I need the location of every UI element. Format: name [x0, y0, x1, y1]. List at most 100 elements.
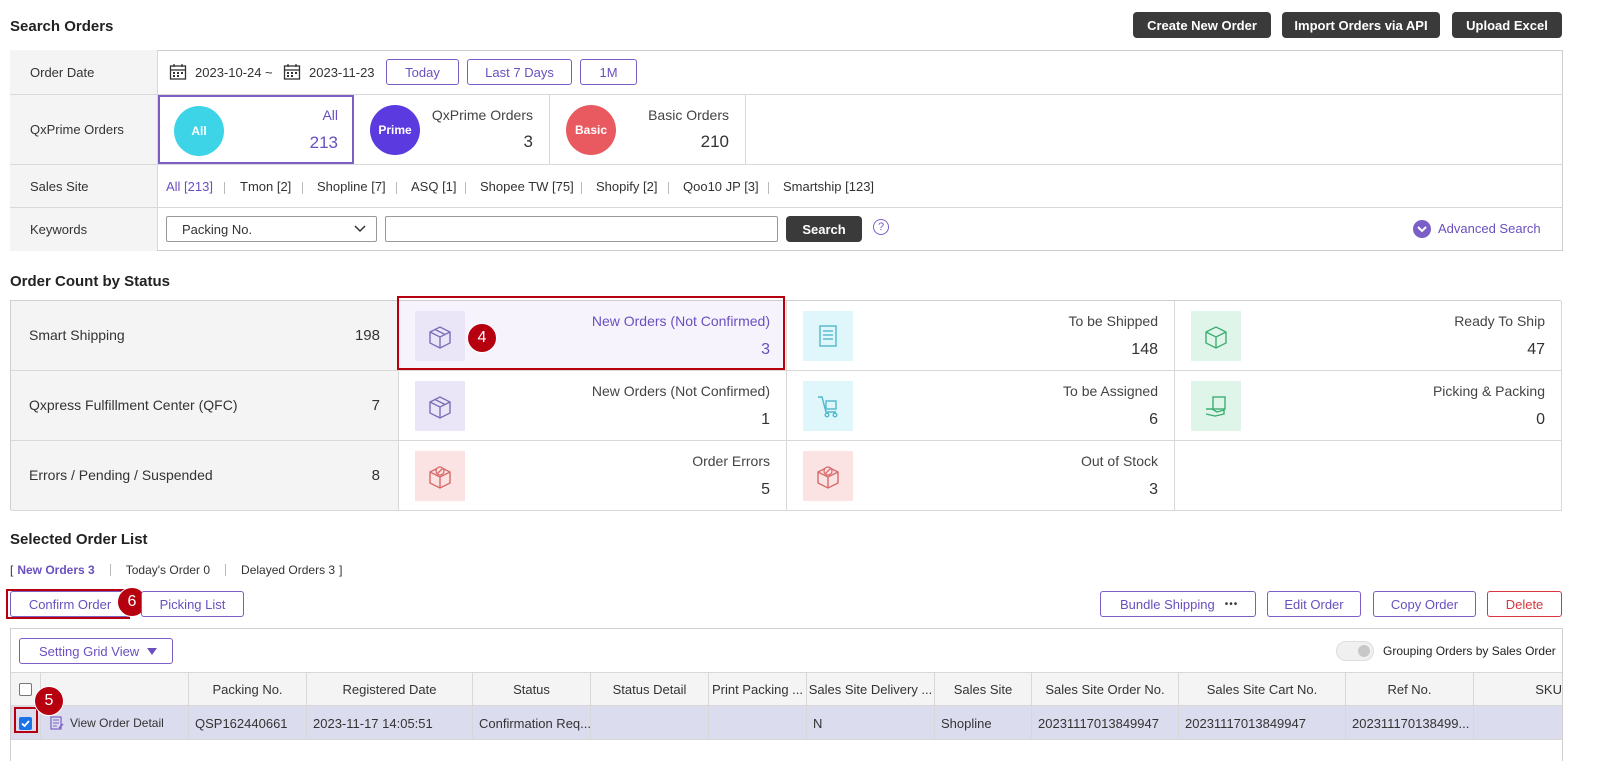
advanced-search-link[interactable]: Advanced Search — [1438, 221, 1541, 236]
site-filter-shopline[interactable]: Shopline [7] — [317, 165, 386, 207]
calendar-icon[interactable] — [169, 63, 187, 81]
cell-sku — [1474, 706, 1562, 740]
col-ref-no[interactable]: Ref No. — [1346, 673, 1474, 706]
order-date-label: Order Date — [10, 50, 158, 94]
order-filter-bar: [ New Orders 3 Today's Order 0 Delayed O… — [10, 562, 342, 578]
site-filter-asq[interactable]: ASQ [1] — [411, 165, 457, 207]
table-row[interactable]: View Order Detail QSP162440661 2023-11-1… — [11, 706, 1562, 740]
site-filter-shopee-tw[interactable]: Shopee TW [75] — [480, 165, 574, 207]
cell-status: Confirmation Req... — [473, 706, 591, 740]
qxprime-row: QxPrime Orders All All 213 Prime QxPrime… — [10, 95, 1563, 165]
upload-excel-button[interactable]: Upload Excel — [1452, 12, 1562, 38]
picking-list-button[interactable]: Picking List — [141, 591, 244, 617]
chevron-circle-icon[interactable] — [1413, 220, 1431, 238]
cart-icon — [803, 381, 853, 431]
copy-order-button[interactable]: Copy Order — [1373, 591, 1476, 617]
filter-todays-order[interactable]: Today's Order 0 — [126, 563, 210, 577]
status-count: 5 — [761, 481, 770, 498]
prime-tab-title: Basic Orders — [648, 107, 729, 123]
today-button[interactable]: Today — [386, 59, 459, 85]
status-to-be-assigned[interactable]: To be Assigned 6 — [787, 371, 1175, 441]
group-count: 8 — [371, 467, 380, 484]
filter-delayed-orders[interactable]: Delayed Orders 3 — [241, 563, 335, 577]
keyword-input[interactable] — [385, 216, 778, 242]
col-delivery[interactable]: Sales Site Delivery ... — [807, 673, 935, 706]
status-count: 6 — [1149, 411, 1158, 428]
select-all-checkbox[interactable] — [19, 683, 32, 696]
triangle-down-icon — [147, 647, 158, 655]
last-7-days-button[interactable]: Last 7 Days — [467, 59, 572, 85]
cell-cart-no: 20231117013849947 — [1179, 706, 1346, 740]
keyword-type-select[interactable]: Packing No. — [166, 216, 377, 242]
status-group-qfc[interactable]: Qxpress Fulfillment Center (QFC) 7 — [11, 371, 399, 441]
keywords-row: Keywords Packing No. Search ? Advanced S… — [10, 208, 1563, 251]
status-group-errors[interactable]: Errors / Pending / Suspended 8 — [11, 441, 399, 511]
date-from[interactable]: 2023-10-24 — [195, 65, 262, 80]
order-date-row: Order Date 2023-10-24 ~ 2023-11-23 Today… — [10, 50, 1563, 95]
cell-status-detail — [591, 706, 709, 740]
col-sku[interactable]: SKU — [1474, 673, 1562, 706]
basic-circle: Basic — [566, 105, 616, 155]
grouping-toggle[interactable] — [1336, 641, 1374, 661]
col-registered-date[interactable]: Registered Date — [307, 673, 473, 706]
status-picking-packing[interactable]: Picking & Packing 0 — [1175, 371, 1562, 441]
status-label: Out of Stock — [1080, 453, 1158, 469]
edit-order-button[interactable]: Edit Order — [1267, 591, 1361, 617]
sales-site-row: Sales Site All [213] Tmon [2] Shopline [… — [10, 165, 1563, 208]
status-group-smart-shipping[interactable]: Smart Shipping 198 — [11, 301, 399, 371]
grouping-label: Grouping Orders by Sales Order — [1383, 644, 1556, 658]
prime-tab-qxprime[interactable]: Prime QxPrime Orders 3 — [354, 95, 550, 164]
delete-button[interactable]: Delete — [1487, 591, 1562, 617]
site-filter-smartship[interactable]: Smartship [123] — [783, 165, 874, 207]
setting-grid-view-button[interactable]: Setting Grid View — [19, 638, 173, 664]
filter-new-orders[interactable]: New Orders 3 — [17, 563, 94, 577]
status-count: 1 — [761, 411, 770, 428]
highlight-frame — [397, 296, 785, 370]
setting-grid-view-label: Setting Grid View — [39, 643, 140, 659]
status-to-be-shipped[interactable]: To be Shipped 148 — [787, 301, 1175, 371]
col-print-packing[interactable]: Print Packing ... — [709, 673, 807, 706]
date-separator: ~ — [265, 65, 273, 80]
bundle-shipping-button[interactable]: Bundle Shipping ••• — [1100, 591, 1256, 617]
import-orders-api-button[interactable]: Import Orders via API — [1282, 12, 1440, 38]
more-icon: ••• — [1224, 598, 1239, 610]
site-filter-shopify[interactable]: Shopify [2] — [596, 165, 657, 207]
prime-tab-title: QxPrime Orders — [431, 107, 533, 123]
grid-panel: Setting Grid View Grouping Orders by Sal… — [10, 628, 1563, 761]
site-filter-qoo10-jp[interactable]: Qoo10 JP [3] — [683, 165, 759, 207]
col-packing-no[interactable]: Packing No. — [189, 673, 307, 706]
col-order-no[interactable]: Sales Site Order No. — [1032, 673, 1179, 706]
cell-print-packing — [709, 706, 807, 740]
prime-circle: Prime — [370, 105, 420, 155]
col-status-detail[interactable]: Status Detail — [591, 673, 709, 706]
site-filter-tmon[interactable]: Tmon [2] — [240, 165, 291, 207]
status-label: To be Shipped — [1068, 313, 1158, 329]
create-new-order-button[interactable]: Create New Order — [1133, 12, 1271, 38]
date-to[interactable]: 2023-11-23 — [309, 65, 375, 80]
table-header: Packing No. Registered Date Status Statu… — [11, 672, 1562, 706]
site-filter-all[interactable]: All [213] — [166, 165, 213, 207]
calendar-icon[interactable] — [283, 63, 301, 81]
col-sales-site[interactable]: Sales Site — [935, 673, 1032, 706]
help-icon[interactable]: ? — [873, 219, 889, 235]
row-detail-cell[interactable]: View Order Detail — [41, 706, 189, 740]
status-empty-cell — [1175, 441, 1562, 511]
search-button[interactable]: Search — [786, 216, 862, 242]
status-ready-to-ship[interactable]: Ready To Ship 47 — [1175, 301, 1562, 371]
prime-tab-basic[interactable]: Basic Basic Orders 210 — [550, 95, 746, 164]
cell-delivery: N — [807, 706, 935, 740]
prime-tab-all[interactable]: All All 213 — [158, 95, 354, 164]
package-icon — [1191, 311, 1241, 361]
one-month-button[interactable]: 1M — [580, 59, 637, 85]
keyword-type-value: Packing No. — [182, 221, 253, 237]
col-cart-no[interactable]: Sales Site Cart No. — [1179, 673, 1346, 706]
status-order-errors[interactable]: Order Errors 5 — [399, 441, 787, 511]
step-badge-4: 4 — [467, 323, 497, 353]
status-label: New Orders (Not Confirmed) — [591, 383, 770, 399]
group-label: Qxpress Fulfillment Center (QFC) — [29, 397, 238, 413]
col-status[interactable]: Status — [473, 673, 591, 706]
status-out-of-stock[interactable]: Out of Stock 3 — [787, 441, 1175, 511]
order-list-title: Selected Order List — [10, 531, 148, 548]
view-order-detail-link[interactable]: View Order Detail — [70, 716, 164, 730]
status-new-orders-qfc[interactable]: New Orders (Not Confirmed) 1 — [399, 371, 787, 441]
